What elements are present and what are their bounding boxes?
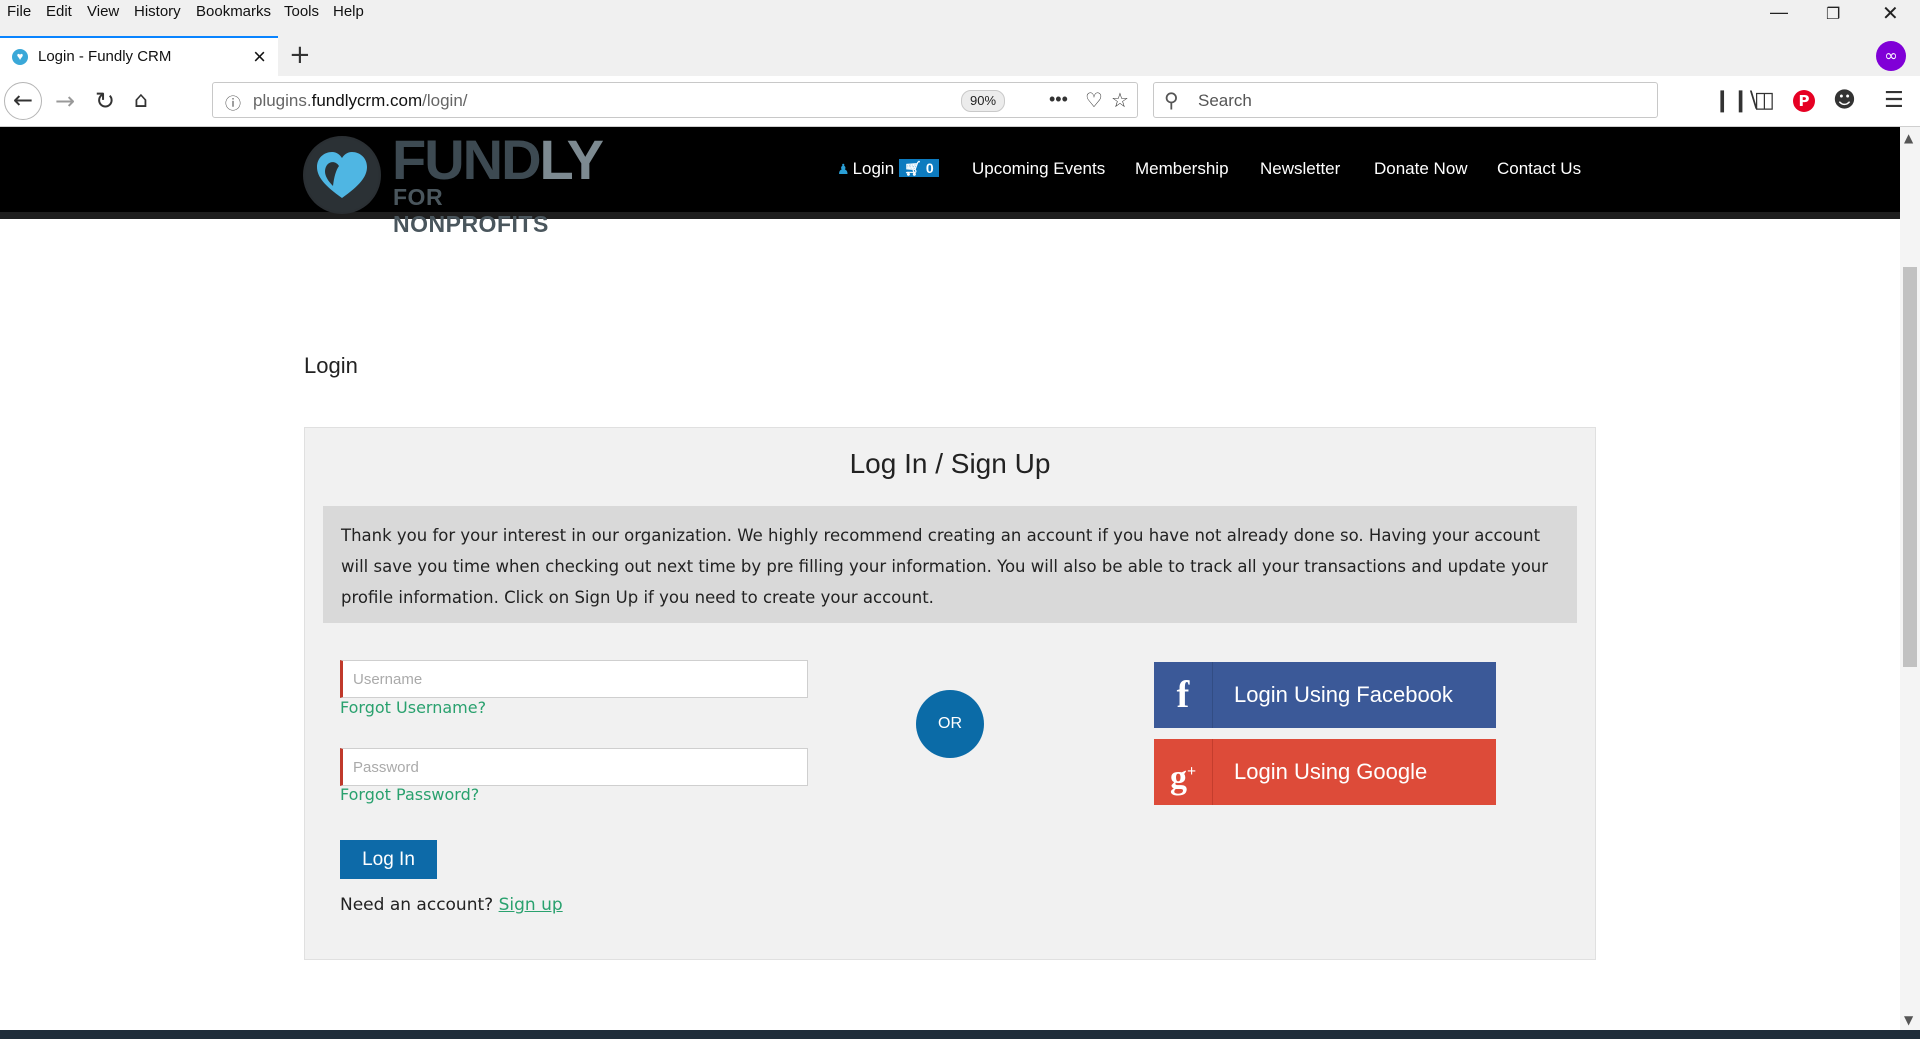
restore-icon[interactable]: ❐ — [1826, 4, 1840, 24]
log-in-button[interactable]: Log In — [340, 840, 437, 879]
site-info-icon[interactable]: ⓘ — [225, 90, 241, 114]
url-bar[interactable]: ⓘ plugins.fundlycrm.com/login/ 90% ••• ♡… — [212, 82, 1138, 118]
reload-icon[interactable]: ↻ — [95, 86, 115, 116]
search-icon: ⚲ — [1164, 90, 1179, 112]
cart-badge[interactable]: 🛒︎ 0 — [899, 159, 939, 177]
private-browsing-icon: ∞ — [1876, 41, 1906, 71]
minimize-icon[interactable]: — — [1770, 2, 1788, 23]
page-title: Login — [304, 352, 358, 378]
scroll-up-icon[interactable]: ▲ — [1904, 131, 1913, 145]
menu-view[interactable]: View — [87, 3, 119, 20]
search-input[interactable] — [1196, 89, 1640, 113]
user-icon: ♟ — [837, 161, 850, 177]
forgot-password-link[interactable]: Forgot Password? — [340, 785, 479, 804]
nav-login[interactable]: ♟ Login 🛒︎ 0 — [837, 159, 939, 179]
forgot-username-link[interactable]: Forgot Username? — [340, 698, 486, 717]
password-input[interactable] — [340, 748, 808, 786]
fundly-logo[interactable]: FUNDLY FOR NONPROFITS — [303, 128, 604, 237]
login-google-button[interactable]: g+ Login Using Google — [1154, 739, 1496, 805]
tab-login[interactable]: ♥ Login - Fundly CRM × — [0, 36, 278, 76]
account-icon[interactable]: ☻ — [1833, 88, 1856, 114]
os-taskbar — [0, 1030, 1920, 1039]
pinterest-icon[interactable]: P — [1793, 90, 1815, 112]
username-input[interactable] — [340, 660, 808, 698]
menu-help[interactable]: Help — [333, 3, 364, 20]
fundly-favicon-icon: ♥ — [12, 49, 28, 65]
nav-upcoming-events[interactable]: Upcoming Events — [972, 159, 1105, 179]
nav-contact-us[interactable]: Contact Us — [1497, 159, 1581, 179]
scroll-thumb[interactable] — [1903, 267, 1917, 667]
close-window-icon[interactable]: ✕ — [1882, 1, 1899, 26]
menu-edit[interactable]: Edit — [46, 3, 72, 20]
page-scrollbar[interactable]: ▲ ▼ — [1900, 127, 1920, 1030]
nav-newsletter[interactable]: Newsletter — [1260, 159, 1340, 179]
page-actions-icon[interactable]: ••• — [1049, 89, 1068, 110]
menu-tools[interactable]: Tools — [284, 3, 319, 20]
or-divider: OR — [916, 690, 984, 758]
back-icon[interactable]: ← — [4, 82, 42, 120]
menu-file[interactable]: File — [7, 3, 31, 20]
url-text[interactable]: plugins.fundlycrm.com/login/ — [253, 91, 468, 111]
menu-bookmarks[interactable]: Bookmarks — [196, 3, 271, 20]
logo-wordmark: FUNDLY — [392, 128, 604, 191]
zoom-level-badge[interactable]: 90% — [961, 90, 1006, 112]
forward-icon[interactable]: → — [55, 86, 75, 116]
navigation-bar: ← → ↻ ⌂ ⓘ plugins.fundlycrm.com/login/ 9… — [0, 76, 1920, 127]
page-viewport: FUNDLY FOR NONPROFITS ♟ Login 🛒︎ 0 Upcomin… — [0, 127, 1900, 1030]
nav-membership[interactable]: Membership — [1135, 159, 1229, 179]
facebook-button-label: Login Using Facebook — [1234, 682, 1453, 707]
login-facebook-button[interactable]: f Login Using Facebook — [1154, 662, 1496, 728]
sign-up-link[interactable]: Sign up — [499, 895, 563, 915]
logo-tagline: FOR NONPROFITS — [393, 184, 549, 237]
menu-history[interactable]: History — [134, 3, 181, 20]
nav-donate-now[interactable]: Donate Now — [1374, 159, 1468, 179]
hamburger-menu-icon[interactable]: ☰ — [1884, 88, 1904, 114]
tab-close-icon[interactable]: × — [253, 44, 266, 70]
panel-heading: Log In / Sign Up — [849, 448, 1051, 479]
fundly-heart-logo-icon — [303, 136, 381, 214]
bookmark-star-icon[interactable]: ☆ — [1111, 88, 1129, 113]
google-button-label: Login Using Google — [1234, 759, 1428, 784]
scroll-down-icon[interactable]: ▼ — [1904, 1013, 1913, 1027]
search-bar[interactable]: ⚲ — [1153, 82, 1658, 118]
account-notice: Thank you for your interest in our organ… — [323, 506, 1577, 623]
login-panel: Log In / Sign Up Thank you for your inte… — [304, 427, 1596, 960]
home-icon[interactable]: ⌂ — [134, 86, 148, 116]
need-account-text: Need an account? Sign up — [340, 895, 563, 915]
sidebar-icon[interactable]: ◫ — [1754, 88, 1775, 114]
new-tab-icon[interactable]: + — [289, 40, 311, 70]
menu-bar: File Edit View History Bookmarks Tools H… — [0, 0, 1920, 26]
google-plus-icon: g+ — [1154, 739, 1213, 805]
tab-title: Login - Fundly CRM — [38, 48, 172, 65]
library-icon[interactable]: ❙❙\ — [1713, 88, 1757, 114]
site-header: FUNDLY FOR NONPROFITS ♟ Login 🛒︎ 0 Upcomin… — [0, 127, 1900, 237]
tab-strip: ♥ Login - Fundly CRM × + ∞ — [0, 26, 1920, 76]
pocket-icon[interactable]: ♡ — [1085, 88, 1103, 113]
facebook-icon: f — [1154, 662, 1213, 728]
